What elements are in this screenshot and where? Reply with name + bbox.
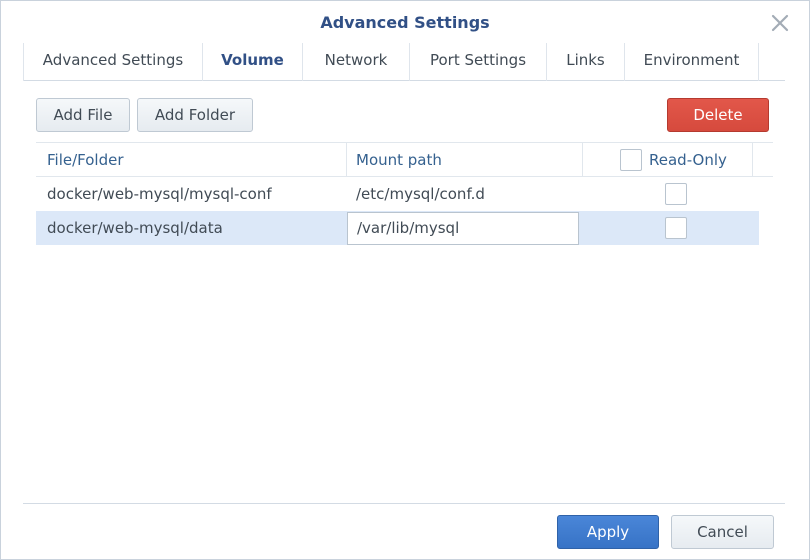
footer-divider [23,503,785,504]
tab-environment[interactable]: Environment [624,43,759,81]
tab-volume[interactable]: Volume [202,43,302,81]
advanced-settings-dialog: Advanced Settings Advanced Settings Volu… [0,0,810,560]
column-divider[interactable] [582,143,583,177]
tab-advanced-settings[interactable]: Advanced Settings [23,43,202,81]
readonly-all-checkbox[interactable] [620,149,642,171]
column-divider[interactable] [752,143,753,177]
tab-network[interactable]: Network [302,43,409,81]
tab-links[interactable]: Links [546,43,624,81]
tab-port-settings[interactable]: Port Settings [409,43,546,81]
readonly-checkbox[interactable] [665,217,687,239]
dialog-title: Advanced Settings [320,13,490,32]
column-header-read-only[interactable]: Read-Only [649,143,727,177]
volume-table: File/Folder Mount path Read-Only docker/… [36,142,773,246]
column-header-file-folder[interactable]: File/Folder [47,143,124,177]
delete-button[interactable]: Delete [667,98,769,132]
tab-bar: Advanced Settings Volume Network Port Se… [23,43,785,81]
file-folder-cell: docker/web-mysql/data [47,219,223,237]
column-header-mount-path[interactable]: Mount path [356,143,442,177]
close-icon[interactable] [768,11,792,35]
mount-path-cell[interactable]: /etc/mysql/conf.d [356,177,485,211]
column-divider[interactable] [346,143,347,177]
readonly-checkbox[interactable] [665,183,687,205]
add-file-button[interactable]: Add File [36,98,130,132]
table-row[interactable]: docker/web-mysql/mysql-conf /etc/mysql/c… [36,177,759,211]
add-folder-button[interactable]: Add Folder [137,98,253,132]
cancel-button[interactable]: Cancel [671,515,774,549]
table-row[interactable]: docker/web-mysql/data /var/lib/mysql [36,211,759,245]
file-folder-cell: docker/web-mysql/mysql-conf [47,185,272,203]
mount-path-input[interactable]: /var/lib/mysql [347,212,579,245]
table-header: File/Folder Mount path Read-Only [36,142,773,177]
apply-button[interactable]: Apply [557,515,659,549]
